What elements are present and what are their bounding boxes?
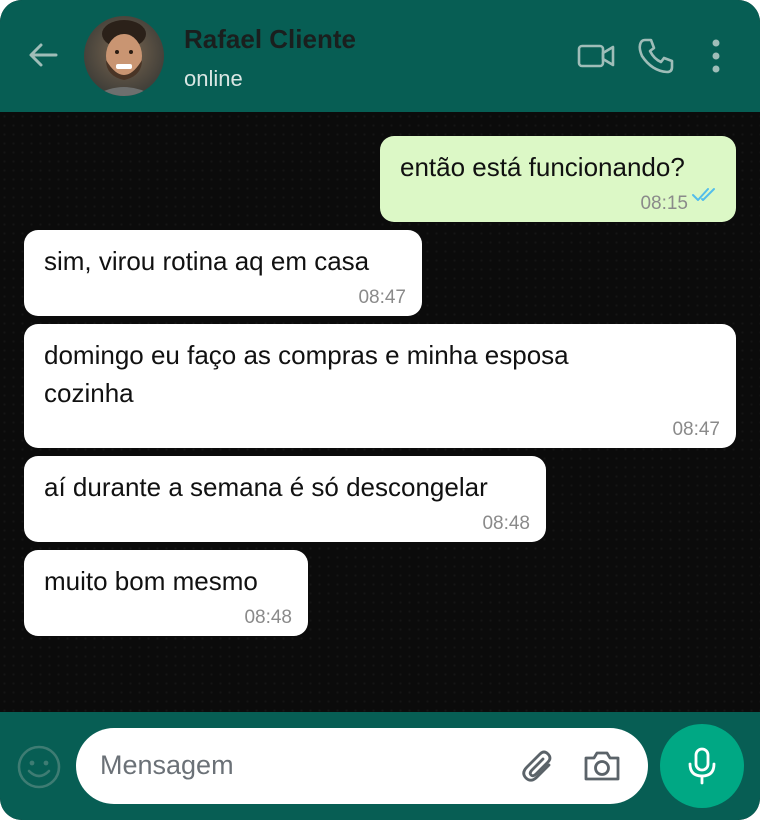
composer-bar: Mensagem <box>0 712 760 820</box>
microphone-button[interactable] <box>660 724 744 808</box>
message-list[interactable]: então está funcionando? 08:15 sim, virou… <box>0 112 760 712</box>
back-arrow-icon[interactable] <box>26 38 60 72</box>
message-input[interactable]: Mensagem <box>76 728 648 804</box>
microphone-icon <box>688 747 716 785</box>
message-time: 08:15 <box>640 193 688 214</box>
message-text: então está funcionando? <box>400 152 685 182</box>
message-bubble-incoming[interactable]: aí durante a semana é só descongelar 08:… <box>24 456 546 542</box>
chat-header: Rafael Cliente online <box>0 0 760 112</box>
video-camera-icon[interactable] <box>576 36 616 81</box>
chat-window: Rafael Cliente online então está funcion… <box>0 0 760 820</box>
message-text: muito bom mesmo <box>44 566 258 596</box>
message-bubble-incoming[interactable]: muito bom mesmo 08:48 <box>24 550 308 636</box>
message-time: 08:48 <box>482 513 530 534</box>
message-time: 08:48 <box>244 607 292 628</box>
message-text: domingo eu faço as compras e minha espos… <box>44 340 569 408</box>
more-vertical-icon[interactable] <box>706 36 726 81</box>
message-bubble-incoming[interactable]: sim, virou rotina aq em casa 08:47 <box>24 230 422 316</box>
avatar[interactable] <box>84 16 164 96</box>
paperclip-icon[interactable] <box>520 748 558 791</box>
double-check-icon <box>692 174 720 212</box>
message-time: 08:47 <box>672 419 720 440</box>
message-time: 08:47 <box>358 287 406 308</box>
message-text: sim, virou rotina aq em casa <box>44 246 370 276</box>
smiley-icon[interactable] <box>16 744 62 795</box>
contact-status: online <box>184 66 243 91</box>
message-input-placeholder: Mensagem <box>100 750 234 780</box>
contact-name[interactable]: Rafael Cliente <box>184 24 356 55</box>
camera-icon[interactable] <box>582 748 622 789</box>
message-text: aí durante a semana é só descongelar <box>44 472 488 502</box>
message-bubble-outgoing[interactable]: então está funcionando? 08:15 <box>380 136 736 222</box>
phone-icon[interactable] <box>636 36 676 81</box>
message-bubble-incoming[interactable]: domingo eu faço as compras e minha espos… <box>24 324 736 448</box>
